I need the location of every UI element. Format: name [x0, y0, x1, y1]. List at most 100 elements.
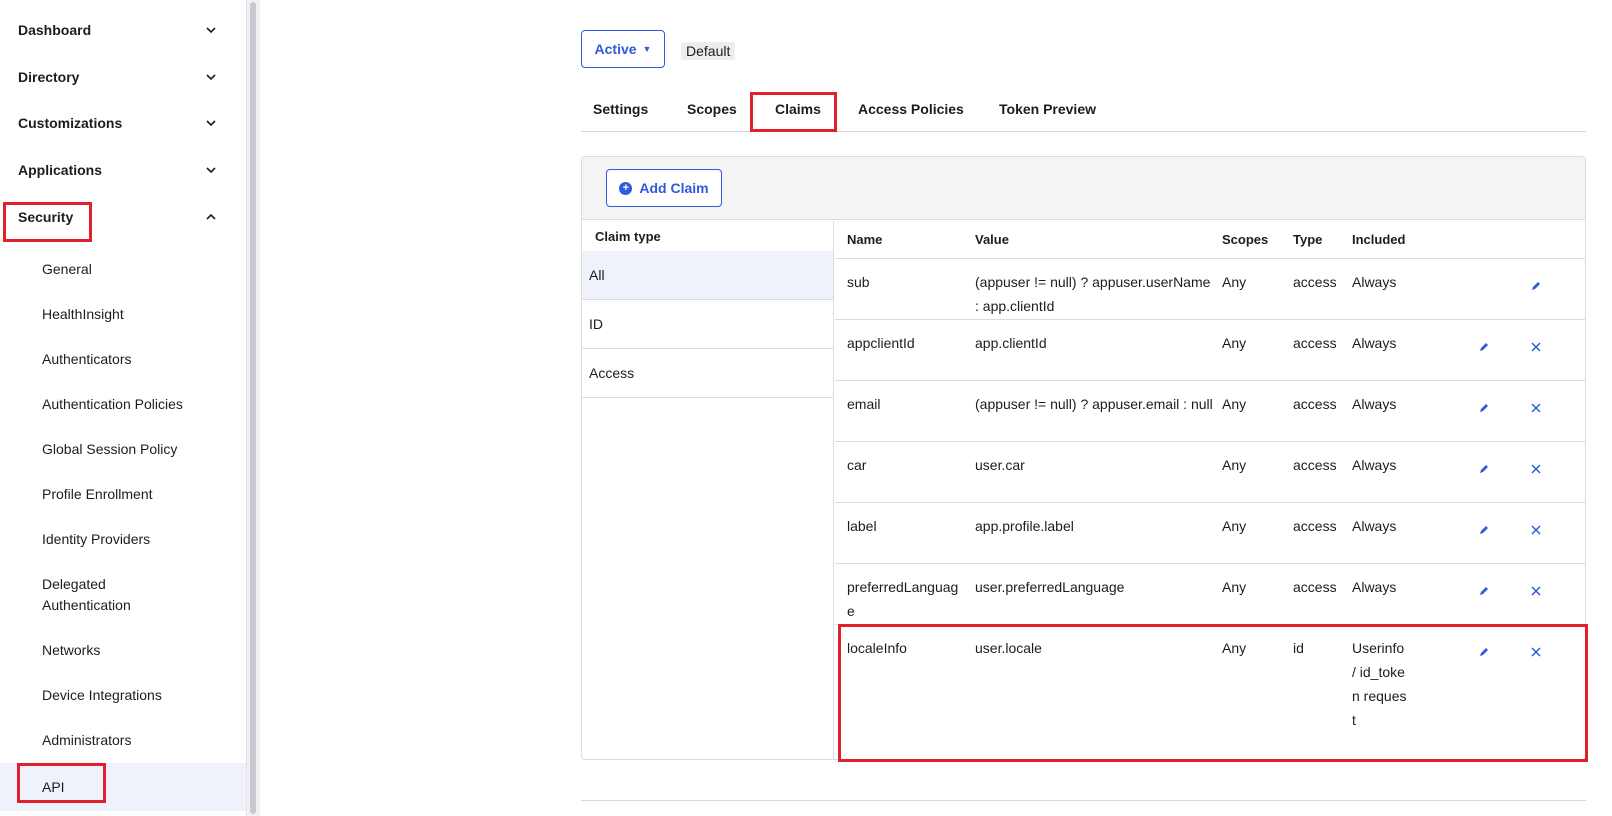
- delete-icon[interactable]: [1527, 460, 1545, 478]
- claim-scopes: Any: [1222, 396, 1247, 412]
- claim-scopes: Any: [1222, 335, 1247, 351]
- claims-panel: + Add Claim Claim type All ID Access Nam…: [581, 156, 1586, 760]
- table-row: preferredLanguage user.preferredLanguage…: [835, 564, 1585, 625]
- table-row: email (appuser != null) ? appuser.email …: [835, 381, 1585, 442]
- sidebar-section-directory[interactable]: Directory: [0, 55, 246, 99]
- sidebar-item-global-session-policy[interactable]: Global Session Policy: [0, 439, 246, 460]
- table-row: localeInfo user.locale Any id Userinfo /…: [835, 625, 1585, 758]
- edit-icon[interactable]: [1475, 582, 1493, 600]
- chevron-down-icon: [206, 27, 216, 34]
- delete-icon[interactable]: [1527, 521, 1545, 539]
- sidebar-item-api[interactable]: API: [0, 763, 246, 811]
- sidebar-section-label: Applications: [18, 162, 103, 178]
- claim-type: access: [1293, 457, 1337, 473]
- claim-included: Always: [1352, 579, 1397, 595]
- claim-type-filter: Claim type All ID Access: [582, 221, 834, 759]
- chevron-down-icon: [206, 74, 216, 81]
- column-header-name: Name: [847, 232, 883, 247]
- sidebar-section-dashboard[interactable]: Dashboard: [0, 8, 246, 52]
- sidebar-item-profile-enrollment[interactable]: Profile Enrollment: [0, 484, 246, 505]
- claim-included: Always: [1352, 335, 1397, 351]
- table-row: sub (appuser != null) ? appuser.userName…: [835, 259, 1585, 320]
- status-dropdown[interactable]: Active ▼: [581, 30, 665, 68]
- table-row: appclientId app.clientId Any access Alwa…: [835, 320, 1585, 381]
- claim-value: user.preferredLanguage: [975, 579, 1125, 595]
- claim-value: app.profile.label: [975, 518, 1074, 534]
- plus-circle-icon: +: [619, 181, 633, 195]
- claim-value: user.locale: [975, 640, 1042, 656]
- delete-icon[interactable]: [1527, 643, 1545, 661]
- add-claim-button[interactable]: + Add Claim: [606, 169, 722, 207]
- sidebar-section-label: Customizations: [18, 115, 123, 131]
- claim-name: email: [847, 396, 881, 412]
- claim-name: localeInfo: [847, 640, 907, 656]
- sidebar-section-label: Security: [18, 209, 74, 225]
- panel-toolbar: + Add Claim: [582, 157, 1585, 220]
- claim-type: access: [1293, 335, 1337, 351]
- tab-token-preview[interactable]: Token Preview: [999, 92, 1096, 132]
- claim-value: user.car: [975, 457, 1025, 473]
- sidebar-item-administrators[interactable]: Administrators: [0, 730, 246, 751]
- scrollbar-thumb[interactable]: [250, 2, 256, 814]
- claim-name: preferredLanguage: [847, 579, 959, 619]
- claim-value: app.clientId: [975, 335, 1047, 351]
- chevron-down-icon: [206, 167, 216, 174]
- claim-scopes: Any: [1222, 640, 1247, 656]
- tab-scopes[interactable]: Scopes: [687, 92, 737, 132]
- sidebar-item-healthinsight[interactable]: HealthInsight: [0, 304, 246, 325]
- add-claim-label: Add Claim: [639, 180, 709, 196]
- edit-icon[interactable]: [1475, 338, 1493, 356]
- sidebar-item-identity-providers[interactable]: Identity Providers: [0, 529, 246, 550]
- column-header-scopes: Scopes: [1222, 232, 1269, 247]
- claim-scopes: Any: [1222, 518, 1247, 534]
- sidebar-item-device-integrations[interactable]: Device Integrations: [0, 685, 246, 706]
- sidebar-section-label: Dashboard: [18, 22, 92, 38]
- claim-included: Always: [1352, 274, 1397, 290]
- sidebar-section-applications[interactable]: Applications: [0, 148, 246, 192]
- chevron-up-icon: [206, 213, 216, 220]
- default-badge: Default: [681, 42, 736, 60]
- sidebar-section-label: Directory: [18, 69, 80, 85]
- sidebar: Dashboard Directory Customizations Appli…: [0, 0, 246, 816]
- sidebar-item-authenticators[interactable]: Authenticators: [0, 349, 246, 370]
- edit-icon[interactable]: [1527, 277, 1545, 295]
- tab-claims[interactable]: Claims: [775, 92, 821, 132]
- claim-type: access: [1293, 518, 1337, 534]
- claim-type-header: Claim type: [595, 229, 661, 244]
- sidebar-item-networks[interactable]: Networks: [0, 640, 246, 661]
- column-header-value: Value: [975, 232, 1009, 247]
- tab-access-policies[interactable]: Access Policies: [858, 92, 964, 132]
- claim-type-all[interactable]: All: [582, 251, 833, 300]
- edit-icon[interactable]: [1475, 460, 1493, 478]
- table-row: label app.profile.label Any access Alway…: [835, 503, 1585, 564]
- claim-type: access: [1293, 396, 1337, 412]
- divider: [581, 800, 1586, 801]
- claim-name: label: [847, 518, 877, 534]
- sidebar-scrollbar[interactable]: [246, 0, 260, 816]
- caret-down-icon: ▼: [642, 44, 652, 54]
- delete-icon[interactable]: [1527, 338, 1545, 356]
- claim-name: car: [847, 457, 867, 473]
- edit-icon[interactable]: [1475, 521, 1493, 539]
- sidebar-item-delegated-authentication[interactable]: Delegated Authentication: [0, 574, 246, 616]
- claim-value: (appuser != null) ? appuser.userName : a…: [975, 274, 1211, 314]
- claim-type: access: [1293, 274, 1337, 290]
- claim-type-access[interactable]: Access: [582, 349, 833, 398]
- sidebar-item-general[interactable]: General: [0, 259, 246, 280]
- claim-value: (appuser != null) ? appuser.email : null: [975, 396, 1213, 412]
- claim-scopes: Any: [1222, 579, 1247, 595]
- column-header-included: Included: [1352, 232, 1406, 247]
- claim-included: Always: [1352, 396, 1397, 412]
- edit-icon[interactable]: [1475, 643, 1493, 661]
- edit-icon[interactable]: [1475, 399, 1493, 417]
- claim-type-id[interactable]: ID: [582, 300, 833, 349]
- sidebar-section-security[interactable]: Security: [0, 195, 246, 239]
- delete-icon[interactable]: [1527, 399, 1545, 417]
- claim-scopes: Any: [1222, 274, 1247, 290]
- claim-scopes: Any: [1222, 457, 1247, 473]
- tab-settings[interactable]: Settings: [593, 92, 648, 132]
- sidebar-item-authentication-policies[interactable]: Authentication Policies: [0, 394, 246, 415]
- sidebar-section-customizations[interactable]: Customizations: [0, 101, 246, 145]
- claim-included: Always: [1352, 457, 1397, 473]
- delete-icon[interactable]: [1527, 582, 1545, 600]
